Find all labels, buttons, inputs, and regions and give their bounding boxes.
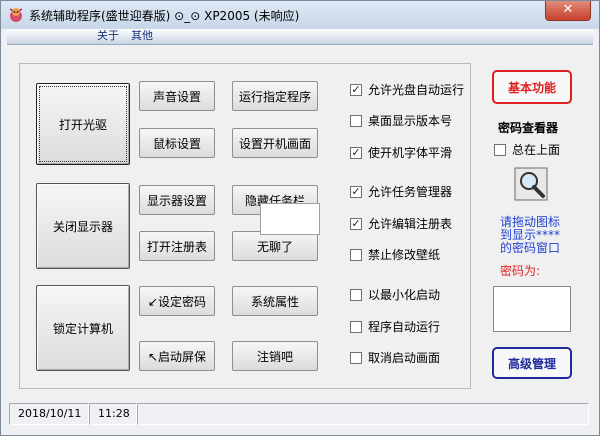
magnifier-drag-icon[interactable] xyxy=(513,166,549,202)
status-empty xyxy=(137,403,589,425)
menu-other[interactable]: 其他 xyxy=(131,29,153,43)
checkbox-label: 以最小化启动 xyxy=(368,288,441,302)
checkbox-autorun-cd[interactable]: ✓ 允许光盘自动运行 xyxy=(350,81,464,98)
blank-popup xyxy=(260,203,320,235)
checkbox-box[interactable] xyxy=(494,143,506,156)
app-window: 系统辅助程序(盛世迎春版) ⊙_⊙ XP2005 (未响应) ✕ 关于 其他 打… xyxy=(0,0,600,436)
menu-bar: 关于 其他 xyxy=(7,29,593,45)
checkbox-task-manager[interactable]: ✓ 允许任务管理器 xyxy=(350,183,452,200)
display-settings-button[interactable]: 显示器设置 xyxy=(139,185,215,215)
open-registry-button[interactable]: 打开注册表 xyxy=(139,231,215,261)
checkbox-box[interactable]: ✓ xyxy=(350,217,362,230)
sound-settings-button[interactable]: 声音设置 xyxy=(139,81,215,111)
turn-off-monitor-button[interactable]: 关闭显示器 xyxy=(36,183,130,269)
checkbox-lock-wallpaper[interactable]: 禁止修改壁纸 xyxy=(350,246,440,263)
checkbox-label: 程序自动运行 xyxy=(368,320,441,334)
checkbox-label: 桌面显示版本号 xyxy=(368,114,453,128)
checkbox-label: 禁止修改壁纸 xyxy=(368,248,441,262)
app-icon xyxy=(9,8,23,22)
checkbox-start-minimized[interactable]: 以最小化启动 xyxy=(350,286,440,303)
advanced-management-button[interactable]: 高级管理 xyxy=(492,347,572,379)
bored-button[interactable]: 无聊了 xyxy=(232,231,318,261)
lock-computer-button[interactable]: 锁定计算机 xyxy=(36,285,130,371)
checkbox-smooth-fonts[interactable]: ✓ 使开机字体平滑 xyxy=(350,144,452,161)
checkbox-label: 总在上面 xyxy=(512,143,561,157)
checkbox-box[interactable] xyxy=(350,248,362,261)
checkbox-always-on-top[interactable]: 总在上面 xyxy=(494,141,560,158)
basic-functions-button[interactable]: 基本功能 xyxy=(492,70,572,104)
start-screensaver-button[interactable]: ↖启动屏保 xyxy=(139,341,215,371)
checkbox-box[interactable] xyxy=(350,288,362,301)
password-label: 密码为: xyxy=(500,264,541,278)
open-cdrom-button[interactable]: 打开光驱 xyxy=(36,83,130,165)
checkbox-box[interactable]: ✓ xyxy=(350,185,362,198)
status-date: 2018/10/11 xyxy=(9,403,89,425)
status-bar: 2018/10/11 11:28 xyxy=(7,403,593,429)
checkbox-edit-registry[interactable]: ✓ 允许编辑注册表 xyxy=(350,215,452,232)
checkbox-box[interactable] xyxy=(350,320,362,333)
drag-hint-line-3: 的密码窗口 xyxy=(500,241,561,255)
status-time: 11:28 xyxy=(89,403,137,425)
checkbox-box[interactable]: ✓ xyxy=(350,146,362,159)
set-password-button[interactable]: ↙设定密码 xyxy=(139,286,215,316)
mouse-settings-button[interactable]: 鼠标设置 xyxy=(139,128,215,158)
checkbox-label: 取消启动画面 xyxy=(368,351,441,365)
close-button[interactable]: ✕ xyxy=(545,1,591,21)
window-title: 系统辅助程序(盛世迎春版) ⊙_⊙ XP2005 (未响应) xyxy=(29,9,300,23)
checkbox-box[interactable] xyxy=(350,351,362,364)
menu-about[interactable]: 关于 xyxy=(97,29,119,43)
title-bar[interactable]: 系统辅助程序(盛世迎春版) ⊙_⊙ XP2005 (未响应) ✕ xyxy=(1,1,599,29)
checkbox-label: 允许任务管理器 xyxy=(368,185,453,199)
checkbox-no-splash[interactable]: 取消启动画面 xyxy=(350,349,440,366)
checkbox-label: 允许编辑注册表 xyxy=(368,217,453,231)
system-properties-button[interactable]: 系统属性 xyxy=(232,286,318,316)
checkbox-auto-run[interactable]: 程序自动运行 xyxy=(350,318,440,335)
password-viewer-title: 密码查看器 xyxy=(498,121,559,135)
checkbox-show-version[interactable]: 桌面显示版本号 xyxy=(350,112,452,129)
checkbox-box[interactable] xyxy=(350,114,362,127)
run-program-button[interactable]: 运行指定程序 xyxy=(232,81,318,111)
password-output[interactable] xyxy=(493,286,571,332)
checkbox-box[interactable]: ✓ xyxy=(350,83,362,96)
boot-screen-button[interactable]: 设置开机画面 xyxy=(232,128,318,158)
logoff-button[interactable]: 注销吧 xyxy=(232,341,318,371)
checkbox-label: 使开机字体平滑 xyxy=(368,146,453,160)
checkbox-label: 允许光盘自动运行 xyxy=(368,83,465,97)
